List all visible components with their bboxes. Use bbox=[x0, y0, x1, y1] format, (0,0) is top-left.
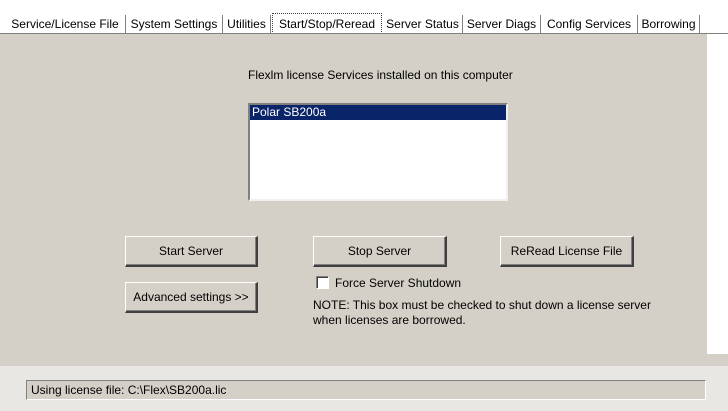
start-server-button[interactable]: Start Server bbox=[125, 236, 258, 267]
tab-start-stop-reread[interactable]: Start/Stop/Reread bbox=[272, 13, 382, 34]
tab-system-settings[interactable]: System Settings bbox=[126, 15, 223, 34]
tab-config-services[interactable]: Config Services bbox=[541, 15, 638, 34]
tab-borrowing[interactable]: Borrowing bbox=[638, 15, 700, 34]
tab-utilities[interactable]: Utilities bbox=[223, 15, 271, 34]
force-shutdown-checkbox[interactable] bbox=[316, 276, 329, 289]
tab-divider bbox=[0, 33, 728, 34]
tab-service-license-file[interactable]: Service/License File bbox=[5, 15, 126, 34]
reread-license-file-button[interactable]: ReRead License File bbox=[500, 236, 634, 267]
shutdown-note: NOTE: This box must be checked to shut d… bbox=[313, 298, 651, 327]
force-shutdown-label[interactable]: Force Server Shutdown bbox=[335, 276, 461, 290]
service-item-polar-sb200a[interactable]: Polar SB200a bbox=[250, 105, 506, 120]
status-bar: Using license file: C:\Flex\SB200a.lic bbox=[26, 380, 706, 400]
tab-server-status[interactable]: Server Status bbox=[383, 15, 463, 34]
tab-server-diags[interactable]: Server Diags bbox=[463, 15, 541, 34]
tab-strip: Service/License File System Settings Uti… bbox=[0, 0, 728, 34]
services-label: Flexlm license Services installed on thi… bbox=[248, 68, 513, 82]
advanced-settings-button[interactable]: Advanced settings >> bbox=[125, 282, 258, 313]
stop-server-button[interactable]: Stop Server bbox=[313, 236, 447, 267]
lmtools-window: Service/License File System Settings Uti… bbox=[0, 0, 728, 411]
panel-edge bbox=[707, 34, 728, 354]
services-listbox[interactable]: Polar SB200a bbox=[248, 103, 508, 201]
